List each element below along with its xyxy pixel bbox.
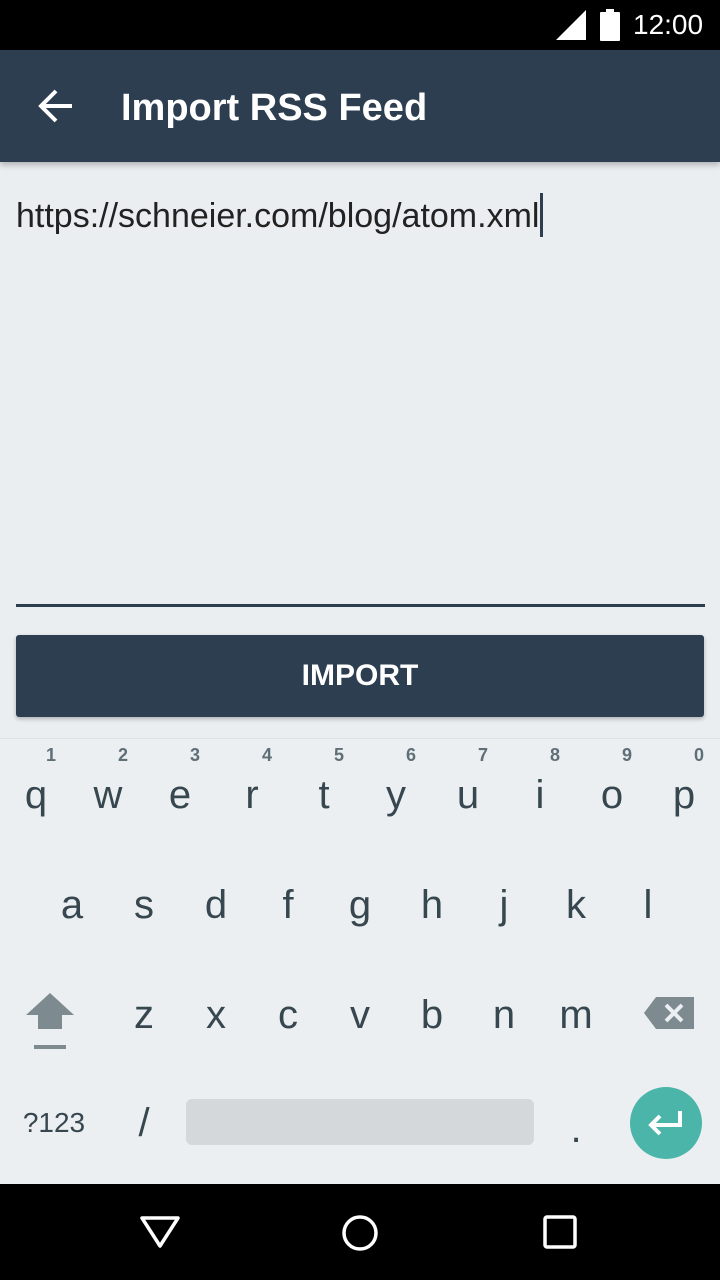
key-e[interactable]: 3e	[158, 745, 202, 819]
app-bar: Import RSS Feed	[0, 50, 720, 162]
key-f[interactable]: f	[266, 881, 310, 929]
key-d[interactable]: d	[194, 881, 238, 929]
battery-icon	[600, 9, 620, 41]
key-a[interactable]: a	[50, 881, 94, 929]
back-triangle-icon[interactable]	[138, 1214, 182, 1250]
key-y[interactable]: 6y	[374, 745, 418, 819]
space-bar[interactable]	[186, 1099, 534, 1145]
key-o[interactable]: 9o	[590, 745, 634, 819]
key-z[interactable]: z	[122, 991, 166, 1039]
back-button[interactable]	[26, 78, 86, 134]
shift-icon	[26, 993, 74, 1049]
arrow-left-icon	[38, 89, 72, 123]
key-b[interactable]: b	[410, 991, 454, 1039]
key-k[interactable]: k	[554, 881, 598, 929]
system-nav-bar	[0, 1184, 720, 1280]
key-m[interactable]: m	[554, 991, 598, 1039]
enter-key[interactable]	[630, 1087, 702, 1159]
key-l[interactable]: l	[626, 881, 670, 929]
key-h[interactable]: h	[410, 881, 454, 929]
key-w[interactable]: 2w	[86, 745, 130, 819]
status-time: 12:00	[633, 9, 704, 40]
key-j[interactable]: j	[482, 881, 526, 929]
url-input-value: https://schneier.com/blog/atom.xml	[16, 197, 540, 235]
key-q[interactable]: 1q	[14, 745, 58, 819]
soft-keyboard: 1q 2w 3e 4r 5t 6y 7u 8i 9o 0p a s d f g …	[0, 738, 720, 1185]
backspace-icon	[644, 997, 694, 1029]
home-circle-icon[interactable]	[340, 1213, 380, 1253]
symbols-key[interactable]: ?123	[18, 1099, 90, 1147]
key-c[interactable]: c	[266, 991, 310, 1039]
key-u[interactable]: 7u	[446, 745, 490, 819]
status-bar: 12:00	[0, 0, 720, 50]
key-period[interactable]: .	[554, 1105, 598, 1153]
key-r[interactable]: 4r	[230, 745, 274, 819]
key-s[interactable]: s	[122, 881, 166, 929]
key-n[interactable]: n	[482, 991, 526, 1039]
page-title: Import RSS Feed	[121, 87, 428, 129]
input-underline	[16, 604, 705, 607]
recents-square-icon[interactable]	[542, 1214, 578, 1250]
key-x[interactable]: x	[194, 991, 238, 1039]
shift-key[interactable]	[22, 987, 78, 1057]
backspace-key[interactable]	[642, 993, 698, 1033]
key-v[interactable]: v	[338, 991, 382, 1039]
key-t[interactable]: 5t	[302, 745, 346, 819]
key-g[interactable]: g	[338, 881, 382, 929]
key-i[interactable]: 8i	[518, 745, 562, 819]
import-button[interactable]: IMPORT	[16, 635, 704, 717]
enter-icon	[648, 1111, 682, 1136]
url-input[interactable]: https://schneier.com/blog/atom.xml	[16, 192, 706, 602]
signal-icon	[556, 10, 586, 40]
key-slash[interactable]: /	[122, 1099, 166, 1147]
text-caret	[540, 193, 544, 237]
key-p[interactable]: 0p	[662, 745, 706, 819]
